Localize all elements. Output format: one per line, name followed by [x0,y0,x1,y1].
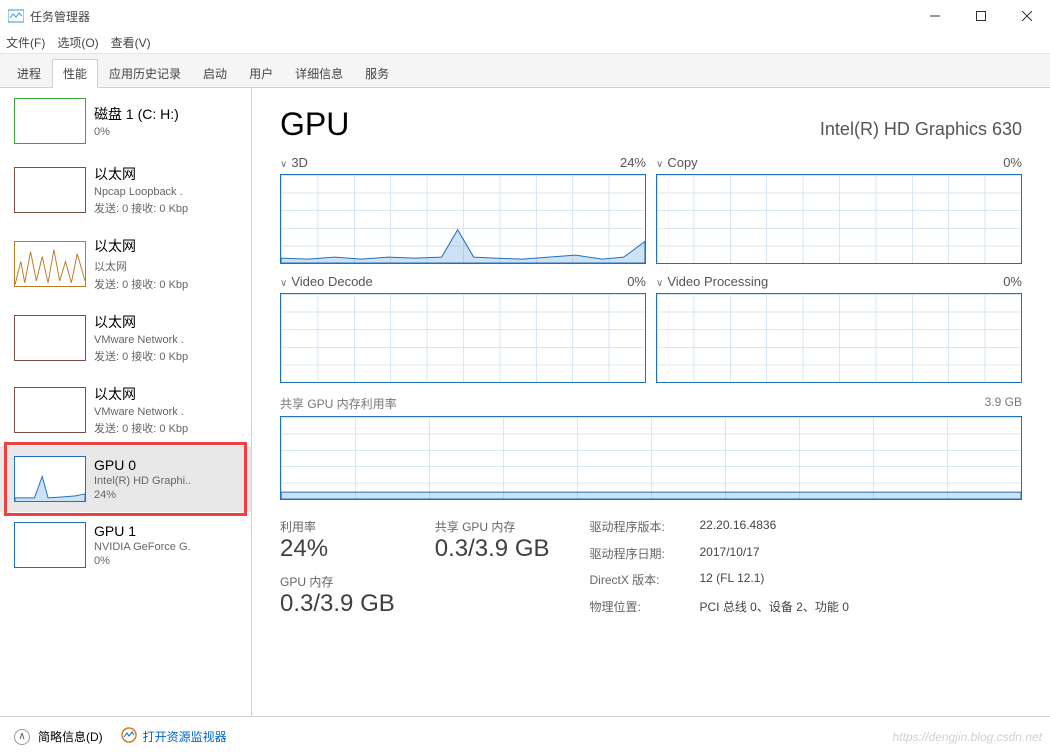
sidebar-item-6[interactable]: GPU 1 NVIDIA GeForce G. 0% [0,512,251,578]
open-resource-monitor-link[interactable]: 打开资源监视器 [121,727,227,746]
window-title: 任务管理器 [30,8,90,25]
sidebar-item-4[interactable]: 以太网 VMware Network . 发送: 0 接收: 0 Kbp [0,374,251,446]
chart-copy-value: 0% [1003,155,1022,170]
spec-table: 驱动程序版本: 22.20.16.4836 驱动程序日期: 2017/10/17… [590,518,849,618]
sidebar-thumb [14,522,86,568]
tab-app-history[interactable]: 应用历史记录 [98,59,192,88]
stat-util-label: 利用率 [280,518,395,535]
spec-location-k: 物理位置: [590,598,700,619]
resource-monitor-icon [121,727,137,746]
sidebar-item-title: 以太网 [94,236,188,256]
page-title: GPU [280,106,349,143]
spec-driver-date-k: 驱动程序日期: [590,545,700,566]
chevron-up-circle-icon: ∧ [14,729,30,745]
chart-video-processing-value: 0% [1003,274,1022,289]
stat-shared-value: 0.3/3.9 GB [435,535,550,563]
sidebar-item-title: GPU 0 [94,457,191,473]
window-controls [912,0,1050,32]
chart-shared-max: 3.9 GB [985,395,1022,412]
sidebar-thumb [14,456,86,502]
tab-details[interactable]: 详细信息 [284,59,354,88]
sidebar-item-0[interactable]: 磁盘 1 (C: H:) 0% [0,88,251,154]
minimize-button[interactable] [912,0,958,32]
sidebar-item-sub1: VMware Network . [94,334,188,346]
watermark: https://dengjin.blog.csdn.net [893,730,1042,744]
sidebar-item-sub2: 24% [94,489,191,501]
sidebar-item-title: 磁盘 1 (C: H:) [94,104,179,124]
chart-video-decode-label: Video Decode [291,274,372,289]
sidebar-thumb [14,241,86,287]
sidebar-item-sub2: 发送: 0 接收: 0 Kbp [94,348,188,364]
chart-video-decode[interactable]: ∨ Video Decode 0% [280,274,646,383]
tab-users[interactable]: 用户 [238,59,284,88]
tab-services[interactable]: 服务 [354,59,400,88]
tab-processes[interactable]: 进程 [6,59,52,88]
sidebar-item-title: 以太网 [94,384,188,404]
menubar: 文件(F) 选项(O) 查看(V) [0,32,1050,54]
sidebar-item-3[interactable]: 以太网 VMware Network . 发送: 0 接收: 0 Kbp [0,302,251,374]
sidebar-item-sub2: 0% [94,555,191,567]
tab-startup[interactable]: 启动 [192,59,238,88]
chart-shared-label: 共享 GPU 内存利用率 [280,395,397,412]
sidebar-thumb [14,387,86,433]
sidebar-item-title: GPU 1 [94,523,191,539]
menu-file[interactable]: 文件(F) [6,34,45,51]
sidebar-item-title: 以太网 [94,164,188,184]
chart-video-processing[interactable]: ∨ Video Processing 0% [656,274,1022,383]
sidebar-item-sub2: 发送: 0 接收: 0 Kbp [94,276,188,292]
spec-directx-k: DirectX 版本: [590,571,700,592]
menu-options[interactable]: 选项(O) [57,34,98,51]
chart-copy[interactable]: ∨ Copy 0% [656,155,1022,264]
spec-directx-v: 12 (FL 12.1) [700,571,849,592]
gpu-model: Intel(R) HD Graphics 630 [820,119,1022,140]
sidebar-item-sub2: 发送: 0 接收: 0 Kbp [94,420,188,436]
sidebar-thumb [14,315,86,361]
sidebar-thumb [14,98,86,144]
sidebar-item-sub1: 以太网 [94,258,188,274]
sidebar-item-sub2: 发送: 0 接收: 0 Kbp [94,200,188,216]
content-pane: GPU Intel(R) HD Graphics 630 ∨ 3D 24% ∨ [252,88,1050,716]
stat-shared-label: 共享 GPU 内存 [435,518,550,535]
close-button[interactable] [1004,0,1050,32]
chevron-down-icon[interactable]: ∨ [656,278,663,289]
main-area: 磁盘 1 (C: H:) 0% 以太网 Npcap Loopback . 发送: 0 接… [0,88,1050,716]
sidebar-item-sub1: Npcap Loopback . [94,186,188,198]
sidebar-item-sub1: 0% [94,126,179,138]
chevron-down-icon[interactable]: ∨ [656,159,663,170]
menu-view[interactable]: 查看(V) [111,34,151,51]
chart-video-processing-label: Video Processing [667,274,768,289]
chevron-down-icon[interactable]: ∨ [280,159,287,170]
chart-video-decode-value: 0% [627,274,646,289]
chart-3d-value: 24% [620,155,646,170]
sidebar-item-1[interactable]: 以太网 Npcap Loopback . 发送: 0 接收: 0 Kbp [0,154,251,226]
spec-driver-ver-k: 驱动程序版本: [590,518,700,539]
spec-driver-ver-v: 22.20.16.4836 [700,518,849,539]
sidebar-item-sub1: NVIDIA GeForce G. [94,541,191,553]
sidebar-item-5[interactable]: GPU 0 Intel(R) HD Graphi.. 24% [0,446,251,512]
spec-location-v: PCI 总线 0、设备 2、功能 0 [700,598,849,619]
titlebar: 任务管理器 [0,0,1050,32]
brief-label: 简略信息(D) [38,728,103,745]
tab-strip: 进程 性能 应用历史记录 启动 用户 详细信息 服务 [0,54,1050,88]
chevron-down-icon[interactable]: ∨ [280,278,287,289]
sidebar-thumb [14,167,86,213]
stat-util-value: 24% [280,535,395,563]
sidebar-item-sub1: Intel(R) HD Graphi.. [94,475,191,487]
tab-performance[interactable]: 性能 [52,59,98,88]
chart-3d-label: 3D [291,155,308,170]
spec-driver-date-v: 2017/10/17 [700,545,849,566]
sidebar-item-2[interactable]: 以太网以太网发送: 0 接收: 0 Kbp [0,226,251,302]
sidebar-item-title: 以太网 [94,312,188,332]
chart-3d[interactable]: ∨ 3D 24% [280,155,646,264]
task-manager-icon [8,8,24,24]
brief-toggle[interactable]: ∧ 简略信息(D) [14,728,103,745]
sidebar-item-sub1: VMware Network . [94,406,188,418]
stat-gpumem-value: 0.3/3.9 GB [280,590,395,618]
resmon-label: 打开资源监视器 [143,728,227,745]
chart-copy-label: Copy [667,155,697,170]
stat-gpumem-label: GPU 内存 [280,573,395,590]
chart-shared-memory[interactable] [280,416,1022,500]
maximize-button[interactable] [958,0,1004,32]
sidebar[interactable]: 磁盘 1 (C: H:) 0% 以太网 Npcap Loopback . 发送: 0 接… [0,88,252,716]
